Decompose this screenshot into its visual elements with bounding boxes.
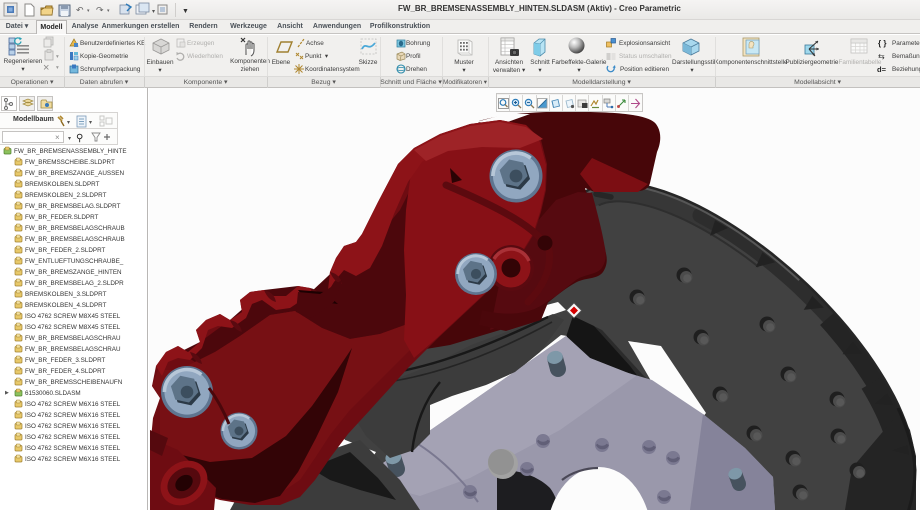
svg-text:⚲: ⚲ xyxy=(76,133,83,144)
svg-text:⇆: ⇆ xyxy=(878,52,885,61)
svg-text:▾: ▾ xyxy=(68,136,71,142)
svg-text:×: × xyxy=(55,133,60,142)
svg-text:↶: ↶ xyxy=(76,5,84,15)
svg-text:▼: ▼ xyxy=(182,8,189,15)
svg-text:▾: ▾ xyxy=(107,8,110,14)
svg-text:▾: ▾ xyxy=(152,9,155,15)
svg-text:▾: ▾ xyxy=(56,54,59,60)
svg-text:↷: ↷ xyxy=(96,5,104,15)
svg-text:▾: ▾ xyxy=(87,8,90,14)
svg-text:▾: ▾ xyxy=(89,120,92,126)
svg-text:▾: ▾ xyxy=(67,120,70,126)
svg-text:▾: ▾ xyxy=(56,65,59,71)
